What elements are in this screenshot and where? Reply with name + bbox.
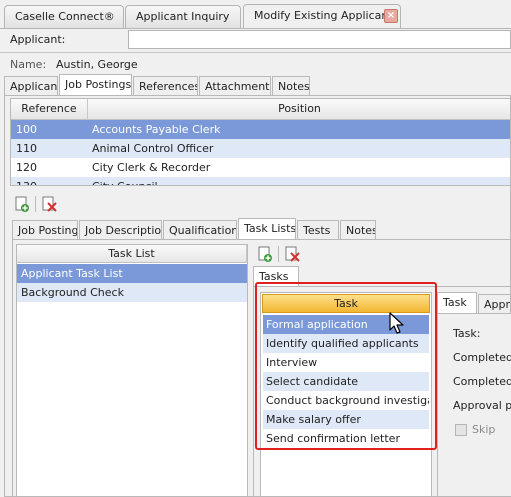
tab-label: Job Postings [65,78,132,91]
task-label: Task: [453,327,481,340]
skip-label: Skip [472,423,496,436]
cell-position: Animal Control Officer [92,142,214,155]
cell-reference: 110 [16,142,37,155]
table-row[interactable]: 120 City Clerk & Recorder [11,158,510,177]
tab-label: Task Lists [244,222,296,235]
add-row-button[interactable] [13,195,31,213]
tab-strip-line [0,28,511,29]
tab-modify-existing-applicants[interactable]: Modify Existing Applicants × [243,4,401,28]
cell-position: City Clerk & Recorder [92,161,211,174]
column-header-task-list[interactable]: Task List [17,245,247,263]
tab-applicant-inquiry[interactable]: Applicant Inquiry [125,5,241,28]
tab-label: Caselle Connect® [15,10,115,23]
tab-tests[interactable]: Tests [297,220,339,239]
toolbar-separator [278,246,279,262]
add-document-icon [15,196,29,212]
toolbar-separator [35,196,36,212]
tab-label: Notes [346,224,376,237]
cell-reference: 100 [16,123,37,136]
cell-position: City Council [92,177,158,185]
tab-job-posting[interactable]: Job Posting [12,220,78,239]
tab-task-detail[interactable]: Task [437,292,477,313]
task-list-grid: Task List Applicant Task List Background… [16,244,248,497]
tab-label: Job Description [85,224,162,237]
column-header-reference[interactable]: Reference [11,99,88,120]
tab-notes[interactable]: Notes [272,76,310,95]
tab-label: Notes [278,80,310,93]
postings-grid: Reference Position 100 Accounts Payable … [10,98,511,186]
tab-label: Task [443,296,467,309]
add-document-icon [258,246,272,262]
tab-label: Applicant [10,80,58,93]
list-item[interactable]: Background Check [17,283,247,302]
applicant-label: Applicant: [10,33,66,46]
add-task-button[interactable] [256,245,274,263]
approval-process-label: Approval pro [453,399,511,412]
tab-label: References [139,80,198,93]
tab-applicant[interactable]: Applicant [4,76,58,95]
tab-job-postings[interactable]: Job Postings [59,74,132,95]
tab-task-lists[interactable]: Task Lists [238,218,296,239]
tab-caselle-connect[interactable]: Caselle Connect® [4,5,124,28]
list-item[interactable]: Applicant Task List [17,264,247,283]
tab-approval[interactable]: Appro [478,294,511,313]
tab-label: Job Posting [18,224,78,237]
tab-label: Appro [484,298,510,311]
cell-reference: 130 [16,177,37,185]
tab-qualifications[interactable]: Qualifications [163,220,237,239]
close-icon[interactable]: × [384,9,398,23]
tab-label: Applicant Inquiry [136,10,230,23]
tab-label: Qualifications [169,224,237,237]
column-header-position[interactable]: Position [88,99,510,120]
completed-date-label: Completed c [453,375,511,388]
tab-label: Attachments [205,80,271,93]
tab-sub-notes[interactable]: Notes [340,220,376,239]
table-row[interactable]: 110 Animal Control Officer [11,139,510,158]
delete-row-button[interactable] [40,195,58,213]
table-row[interactable]: 100 Accounts Payable Clerk [11,120,510,139]
table-row[interactable]: 130 City Council [11,177,510,185]
highlight-box [255,282,437,450]
tab-references[interactable]: References [133,76,198,95]
delete-task-button[interactable] [283,245,301,263]
name-value: Austin, George [56,58,138,71]
delete-document-icon [285,246,300,262]
completed-by-label: Completed b [453,351,511,364]
skip-checkbox[interactable] [455,424,467,436]
name-label: Name: [10,58,47,71]
tab-label: Tests [303,224,331,237]
tab-attachments[interactable]: Attachments [199,76,271,95]
divider [0,52,511,53]
delete-document-icon [42,196,57,212]
applicant-input[interactable] [128,30,511,49]
cell-position: Accounts Payable Clerk [92,123,221,136]
tab-label: Modify Existing Applicants [254,9,399,22]
tab-job-description[interactable]: Job Description [79,220,162,239]
cell-reference: 120 [16,161,37,174]
